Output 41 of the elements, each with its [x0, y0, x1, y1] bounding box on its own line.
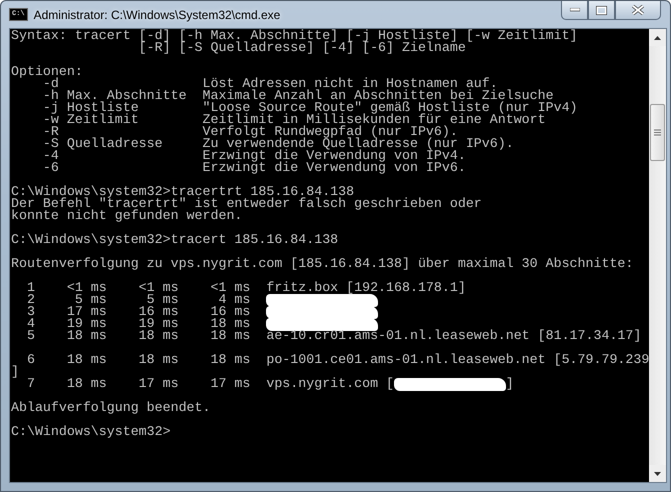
console-line: Routenverfolgung zu vps.nygrit.com [185.16.84.138] über maximal 30 Abschnitte:: [11, 258, 634, 270]
console-line: konnte nicht gefunden werden.: [11, 210, 242, 222]
maximize-button[interactable]: [588, 1, 615, 20]
minimize-icon: [570, 8, 580, 12]
console-line: -S Quelladresse Zu verwendende Quelladresse (nur IPv6).: [42, 138, 514, 150]
scroll-thumb[interactable]: [650, 104, 665, 161]
console-line: 2 5 ms 5 ms 4 ms: [26, 294, 252, 306]
console-line: C:\Windows\system32>: [11, 426, 171, 438]
console-line: 7 18 ms 17 ms 17 ms vps.nygrit.com [: [26, 378, 394, 390]
close-icon: [632, 5, 644, 15]
console-line: -j Hostliste "Loose Source Route" gemäß Hostliste (nur IPv4): [42, 102, 578, 114]
console-line: Der Befehl "tracertrt" ist entweder falsch geschrieben oder: [11, 198, 482, 210]
console-line: C:\Windows\system32>tracert 185.16.84.138: [11, 234, 338, 246]
console-line: -4 Erzwingt die Verwendung von IPv4.: [42, 150, 466, 162]
console-line: -6 Erzwingt die Verwendung von IPv6.: [42, 162, 466, 174]
maximize-icon: [596, 6, 607, 14]
console-line: ]: [506, 378, 514, 390]
console-line: -d Löst Adressen nicht in Hostnamen auf.: [42, 78, 498, 90]
scroll-up-button[interactable]: [649, 29, 666, 46]
console-line: C:\Windows\system32>tracertrt 185.16.84.138: [11, 186, 354, 198]
scroll-down-button[interactable]: [649, 465, 666, 482]
console-line: [-R] [-S Quelladresse] [-4] [-6] Zielname: [138, 42, 466, 54]
minimize-button[interactable]: [561, 1, 588, 20]
console-line: -R Verfolgt Rundwegpfad (nur IPv6).: [42, 126, 458, 138]
console-line: ]: [11, 366, 19, 378]
console-line: Ablaufverfolgung beendet.: [11, 402, 210, 414]
console-line: -w Zeitlimit Zeitlimit in Millisekunden für eine Antwort: [42, 114, 546, 126]
down-arrow-icon: [654, 472, 661, 476]
console-line: Syntax: tracert [-d] [-h Max. Abschnitte] [-j Hostliste] [-w Zeitlimit]: [11, 30, 578, 42]
console-line: 1 <1 ms <1 ms <1 ms fritz.box [192.168.178.1]: [26, 282, 466, 294]
console-line: 5 18 ms 18 ms 18 ms ae-10.cr01.ams-01.nl.leaseweb.net [81.17.34.17]: [26, 330, 642, 342]
console-line: 4 19 ms 19 ms 18 ms: [26, 318, 252, 330]
grip-icon: [654, 129, 661, 136]
up-arrow-icon: [654, 36, 661, 40]
scrollbar[interactable]: [649, 29, 666, 482]
console-line: Optionen:: [11, 66, 83, 78]
console-line: 6 18 ms 18 ms 18 ms po-1001.ce01.ams-01.nl.leaseweb.net [5.79.79.239: [26, 354, 649, 366]
console-line: 3 17 ms 16 ms 16 ms: [26, 306, 252, 318]
console-line: -h Max. Abschnitte Maximale Anzahl an Abschnitten bei Zielsuche: [42, 90, 554, 102]
close-button[interactable]: [615, 1, 661, 20]
window-title: Administrator: C:\Windows\System32\cmd.exe: [34, 8, 282, 22]
